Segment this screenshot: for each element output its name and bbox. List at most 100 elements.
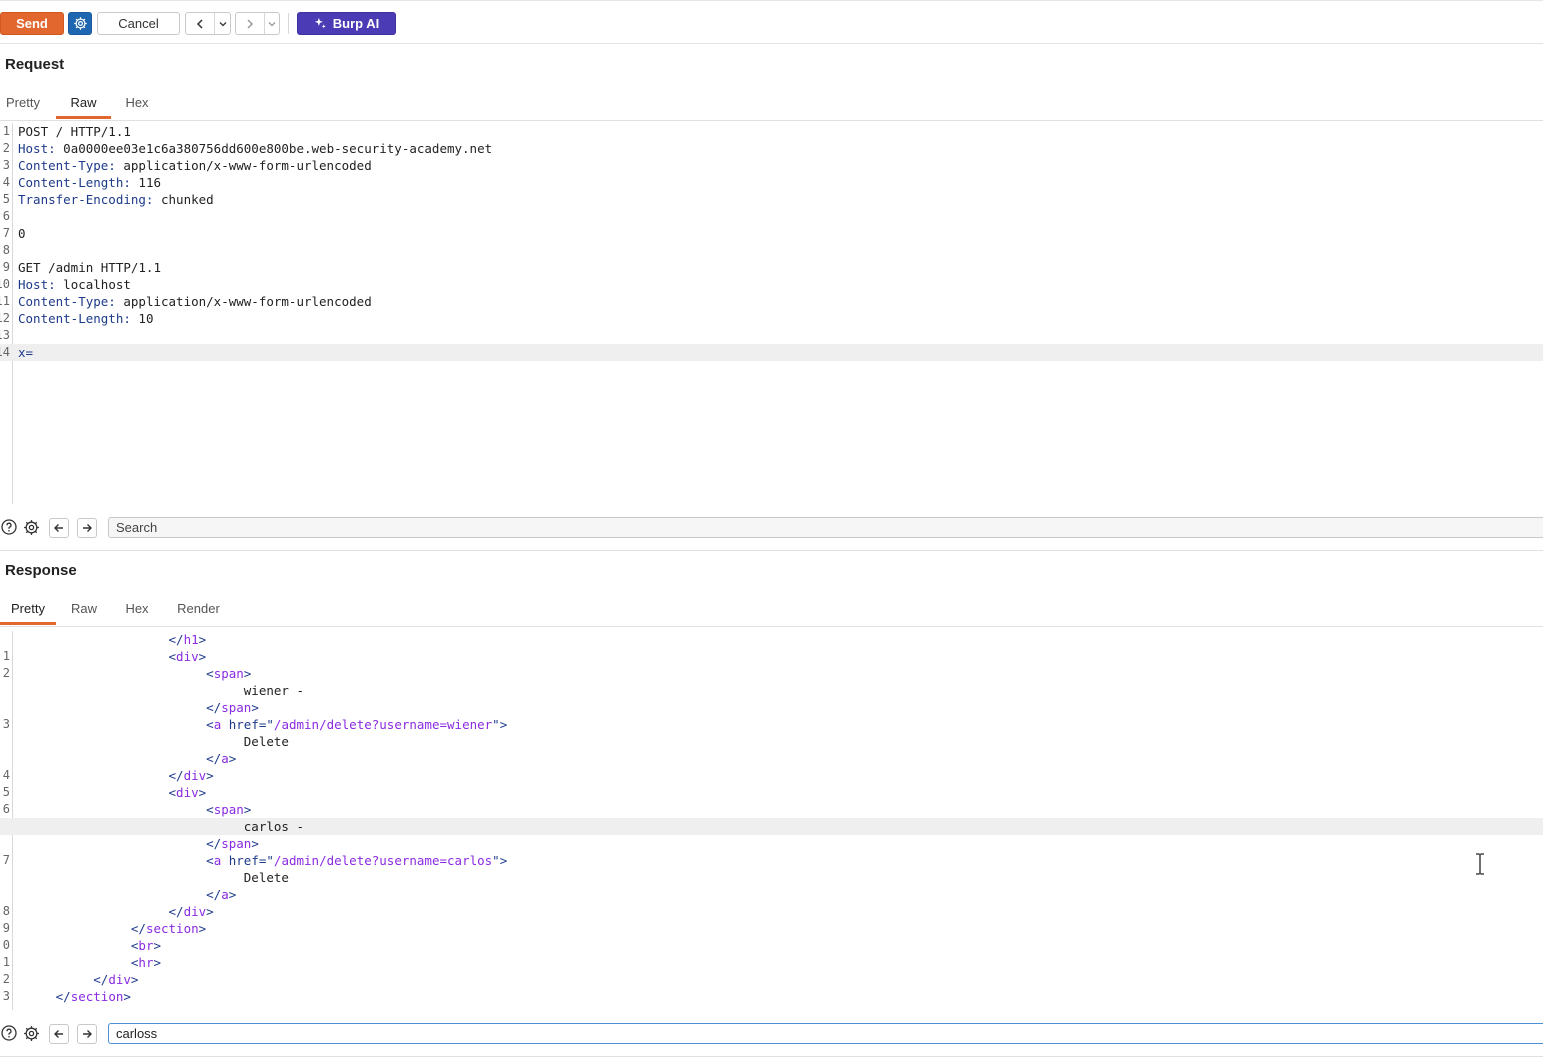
- syntax-token: >: [228, 887, 237, 902]
- gear-icon: [73, 17, 87, 30]
- response-line[interactable]: Delete: [0, 733, 1543, 750]
- history-back-dropdown[interactable]: [215, 13, 230, 34]
- response-line[interactable]: 3 <a href="/admin/delete?username=wiener…: [0, 716, 1543, 733]
- request-line[interactable]: 70: [0, 225, 1543, 242]
- response-line[interactable]: </a>: [0, 886, 1543, 903]
- response-line[interactable]: wiener -: [0, 682, 1543, 699]
- response-line[interactable]: 2 <span>: [0, 665, 1543, 682]
- request-title: Request: [5, 56, 65, 73]
- line-number: 12: [0, 311, 10, 325]
- response-line[interactable]: </a>: [0, 750, 1543, 767]
- line-content: Transfer-Encoding: chunked: [18, 191, 214, 208]
- syntax-token: </: [130, 921, 146, 936]
- history-back-button[interactable]: [186, 13, 215, 34]
- text-cursor-icon: [1476, 853, 1484, 875]
- response-line[interactable]: 9 </section>: [0, 920, 1543, 937]
- request-line[interactable]: 13: [0, 327, 1543, 344]
- response-line[interactable]: 1 <div>: [0, 648, 1543, 665]
- line-content: wiener -: [18, 682, 304, 699]
- response-line[interactable]: carlos -: [0, 818, 1543, 835]
- line-number: 2: [2, 666, 10, 680]
- response-editor[interactable]: </h1> 1 <div> 2 <span> wiener - </span> 3 <…: [0, 631, 1543, 1010]
- response-line[interactable]: 1 <hr>: [0, 954, 1543, 971]
- request-tab-raw[interactable]: Raw: [56, 89, 111, 119]
- request-line[interactable]: 12 Content-Length: 10: [0, 310, 1543, 327]
- header-value: application/x-www-form-urlencoded: [115, 294, 372, 309]
- cancel-button[interactable]: Cancel: [97, 12, 180, 35]
- request-line[interactable]: 1 POST / HTTP/1.1: [0, 123, 1543, 140]
- line-number: 9: [2, 921, 10, 935]
- next-match-button[interactable]: [77, 518, 97, 538]
- chevron-down-icon: [268, 21, 276, 26]
- request-line[interactable]: 2 Host: 0a0000ee03e1c6a380756dd600e800be.…: [0, 140, 1543, 157]
- request-line[interactable]: 8: [0, 242, 1543, 259]
- response-line[interactable]: </span>: [0, 699, 1543, 716]
- response-line[interactable]: </h1>: [0, 631, 1543, 648]
- previous-match-button[interactable]: [49, 518, 69, 538]
- request-line[interactable]: 9 GET /admin HTTP/1.1: [0, 259, 1543, 276]
- request-line[interactable]: 4 Content-Length: 116: [0, 174, 1543, 191]
- gear-icon[interactable]: [22, 518, 40, 536]
- arrow-left-icon: [54, 1030, 63, 1038]
- request-editor[interactable]: 1 POST / HTTP/1.1 2 Host: 0a0000ee03e1c6a38…: [0, 123, 1543, 504]
- syntax-token: a: [221, 887, 229, 902]
- arrow-left-icon: [54, 524, 63, 532]
- line-number: 4: [2, 768, 10, 782]
- syntax-token: >: [243, 802, 252, 817]
- line-content: carlos -: [18, 818, 304, 835]
- response-line[interactable]: 2 </div>: [0, 971, 1543, 988]
- history-forward-dropdown[interactable]: [265, 13, 279, 34]
- syntax-token: span: [213, 802, 244, 817]
- burp-ai-button[interactable]: Burp AI: [297, 12, 396, 35]
- line-content: </span>: [18, 699, 259, 716]
- response-line[interactable]: 0 <br>: [0, 937, 1543, 954]
- help-icon[interactable]: [0, 1024, 18, 1042]
- response-tab-pretty[interactable]: Pretty: [0, 595, 56, 625]
- request-line[interactable]: 5 Transfer-Encoding: chunked: [0, 191, 1543, 208]
- syntax-token: Delete: [243, 870, 289, 885]
- request-line[interactable]: 11 Content-Type: application/x-www-form-u…: [0, 293, 1543, 310]
- response-search-bar: carloss: [0, 1018, 1543, 1048]
- response-tab-render[interactable]: Render: [171, 595, 226, 625]
- syntax-token: href: [228, 853, 259, 868]
- line-content: Content-Type: application/x-www-form-url…: [18, 293, 372, 310]
- response-line[interactable]: 6 <span>: [0, 801, 1543, 818]
- request-line[interactable]: 14 x=: [0, 344, 1543, 361]
- header-name: Transfer-Encoding:: [18, 192, 154, 207]
- syntax-token: /admin/delete?username=wiener: [273, 717, 493, 732]
- line-content: x=: [18, 344, 33, 361]
- history-back-group: [185, 12, 231, 35]
- response-search-input[interactable]: carloss: [108, 1023, 1543, 1044]
- response-line[interactable]: 3 </section>: [0, 988, 1543, 1005]
- response-line[interactable]: 7 <a href="/admin/delete?username=carlos…: [0, 852, 1543, 869]
- request-line[interactable]: 6: [0, 208, 1543, 225]
- line-number: 6: [2, 209, 10, 223]
- previous-match-button[interactable]: [49, 1024, 69, 1044]
- help-icon[interactable]: [0, 518, 18, 536]
- gear-icon[interactable]: [22, 1024, 40, 1042]
- history-forward-button[interactable]: [236, 13, 265, 34]
- syntax-token: /admin/delete?username=carlos: [273, 853, 493, 868]
- response-line[interactable]: </span>: [0, 835, 1543, 852]
- next-match-button[interactable]: [77, 1024, 97, 1044]
- request-search-input[interactable]: Search: [108, 517, 1543, 538]
- syntax-token: </: [206, 887, 222, 902]
- response-line[interactable]: 4 </div>: [0, 767, 1543, 784]
- syntax-token: >: [123, 989, 131, 1004]
- response-tab-raw[interactable]: Raw: [62, 595, 106, 625]
- send-button[interactable]: Send: [0, 12, 64, 35]
- line-content: <div>: [18, 648, 207, 665]
- request-tab-hex[interactable]: Hex: [117, 89, 157, 119]
- syntax-token: </: [206, 836, 222, 851]
- request-tab-pretty[interactable]: Pretty: [0, 89, 46, 119]
- bottom-divider: [0, 1056, 1543, 1057]
- response-line[interactable]: Delete: [0, 869, 1543, 886]
- line-number: 7: [2, 853, 10, 867]
- response-line[interactable]: 5 <div>: [0, 784, 1543, 801]
- settings-button[interactable]: [68, 12, 92, 35]
- line-number: 7: [2, 226, 10, 240]
- response-tab-hex[interactable]: Hex: [117, 595, 157, 625]
- request-line[interactable]: 10 Host: localhost: [0, 276, 1543, 293]
- response-line[interactable]: 8 </div>: [0, 903, 1543, 920]
- request-line[interactable]: 3 Content-Type: application/x-www-form-ur…: [0, 157, 1543, 174]
